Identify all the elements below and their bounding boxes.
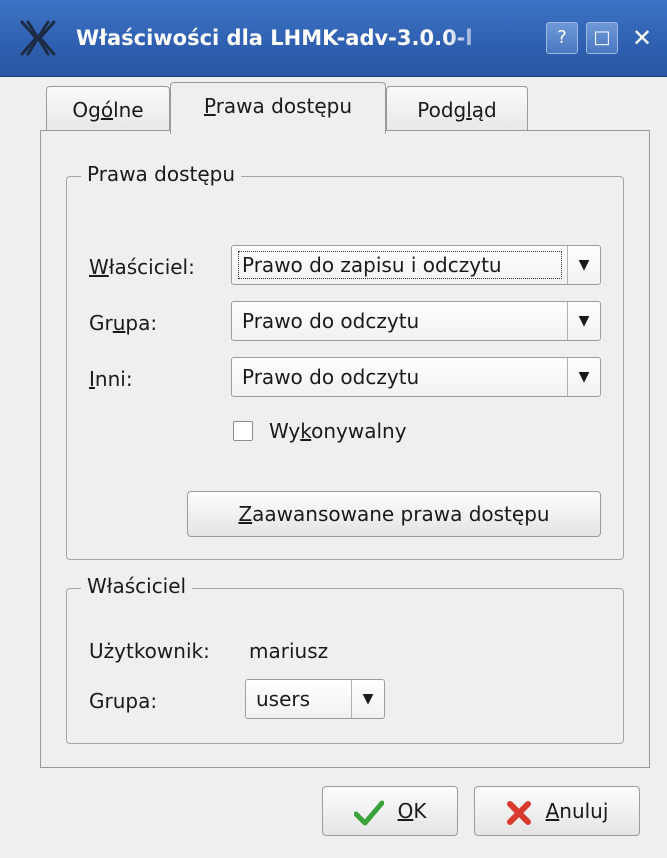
label-mnemonic: u [112, 311, 126, 335]
user-label: Użytkownik: [89, 639, 210, 663]
maximize-icon: □ [593, 27, 611, 48]
close-button[interactable]: ✕ [626, 22, 658, 54]
others-permission-label: Inni: [89, 365, 133, 393]
group-permission-value: Prawo do odczytu [242, 309, 420, 333]
label-part: łaściciel: [108, 255, 195, 279]
tab-label: ąd [471, 98, 497, 122]
others-permission-select[interactable]: Prawo do odczytu ▼ [231, 357, 601, 397]
tab-label: lne [113, 98, 144, 122]
cancel-icon [506, 800, 531, 825]
tab-panel-permissions: Prawa dostępu Właściciel: Prawo do zapis… [40, 130, 650, 768]
tab-label: rawa dostępu [215, 94, 353, 118]
others-permission-value: Prawo do odczytu [242, 365, 420, 389]
title-bar[interactable]: Właściwości dla LHMK-adv-3.0.0-l ? □ ✕ [0, 0, 667, 77]
label-part: onywalny [311, 419, 407, 443]
tab-permissions[interactable]: Prawa dostępu [170, 82, 386, 134]
executable-checkbox[interactable] [233, 421, 253, 441]
chevron-down-icon[interactable]: ▼ [351, 680, 384, 718]
tab-preview[interactable]: Podgląd [386, 86, 528, 134]
label-part: Wy [269, 419, 301, 443]
close-icon: ✕ [631, 24, 653, 52]
group-permission-label: Grupa: [89, 309, 157, 337]
label-part: K [413, 799, 427, 823]
label-part: pa: [125, 311, 158, 335]
checkmark-icon [353, 800, 385, 825]
label-mnemonic: W [89, 255, 109, 279]
app-icon[interactable] [18, 18, 58, 58]
tab-label: Og [72, 98, 101, 122]
help-button[interactable]: ? [546, 22, 578, 54]
label-part: nni: [94, 367, 133, 391]
label-mnemonic: k [300, 419, 312, 443]
tab-general[interactable]: Ogólne [46, 86, 170, 134]
owner-group-value: users [256, 687, 311, 711]
tab-label: Podg [417, 98, 467, 122]
cancel-button[interactable]: Anuluj [474, 786, 640, 836]
ownership-group-title: Właściciel [81, 573, 193, 599]
executable-label[interactable]: Wykonywalny [269, 417, 407, 445]
owner-group-select[interactable]: users ▼ [245, 679, 385, 719]
group-permission-select[interactable]: Prawo do odczytu ▼ [231, 301, 601, 341]
tab-label-mnemonic: P [203, 94, 216, 118]
label-part: nuluj [559, 799, 609, 823]
help-icon: ? [557, 27, 567, 48]
label-mnemonic: Z [238, 502, 253, 526]
user-value: mariusz [249, 639, 329, 663]
maximize-button[interactable]: □ [586, 22, 618, 54]
tab-label-mnemonic: ó [100, 98, 114, 122]
label-part: Gr [89, 311, 113, 335]
label-mnemonic: A [545, 799, 560, 823]
window-title: Właściwości dla LHMK-adv-3.0.0-l [76, 26, 473, 50]
label-part: aawansowane prawa dostępu [252, 502, 550, 526]
owner-permission-select[interactable]: Prawo do zapisu i odczytu ▼ [231, 245, 601, 285]
access-rights-group-title: Prawa dostępu [81, 161, 242, 187]
advanced-permissions-button[interactable]: Zaawansowane prawa dostępu [187, 491, 601, 537]
chevron-down-icon[interactable]: ▼ [567, 246, 600, 284]
properties-dialog: Właściwości dla LHMK-adv-3.0.0-l ? □ ✕ O… [0, 0, 667, 858]
chevron-down-icon[interactable]: ▼ [567, 302, 600, 340]
ok-button[interactable]: OK [322, 786, 458, 836]
owner-permission-label: Właściciel: [89, 253, 195, 281]
ownership-group [66, 588, 624, 744]
chevron-down-icon[interactable]: ▼ [567, 358, 600, 396]
label-mnemonic: O [397, 799, 414, 823]
owner-permission-value: Prawo do zapisu i odczytu [242, 253, 502, 277]
owner-group-label: Grupa: [89, 689, 158, 713]
